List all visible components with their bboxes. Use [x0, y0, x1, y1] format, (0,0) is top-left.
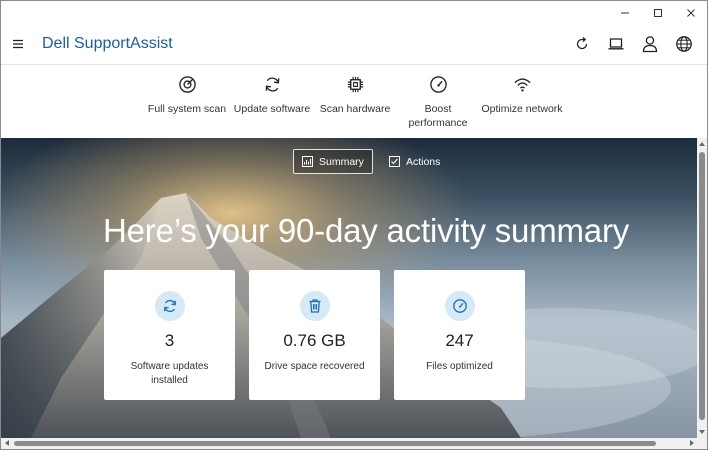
- vertical-scroll-thumb[interactable]: [699, 152, 705, 420]
- trash-icon: [299, 291, 330, 321]
- account-button[interactable]: [641, 34, 659, 54]
- close-icon: [686, 9, 695, 17]
- files-optimized-card: 247 Files optimized: [394, 270, 525, 400]
- vertical-scrollbar[interactable]: [697, 138, 707, 438]
- app-title: Dell SupportAssist: [42, 35, 173, 52]
- scan-icon: [177, 74, 197, 94]
- horizontal-scroll-thumb[interactable]: [14, 441, 656, 446]
- chip-icon: [345, 74, 365, 94]
- scroll-left-icon[interactable]: [4, 440, 10, 446]
- view-tabs: Summary Actions: [293, 149, 448, 174]
- activity-summary-hero: Summary Actions Here’s your 90-day activ…: [1, 138, 697, 438]
- hamburger-menu-button[interactable]: [11, 37, 25, 51]
- minimize-icon: [620, 12, 629, 14]
- refresh-icon: [576, 37, 588, 50]
- update-software-button[interactable]: Update software: [230, 66, 314, 138]
- user-icon: [642, 36, 658, 53]
- scroll-right-icon[interactable]: [689, 440, 695, 446]
- tab-actions[interactable]: Actions: [381, 149, 448, 174]
- summary-cards: 3 Software updates installed 0.76 GB Dri…: [104, 270, 525, 400]
- update-icon: [262, 74, 282, 94]
- summary-headline: Here’s your 90-day activity summary: [102, 212, 630, 249]
- language-button[interactable]: [675, 34, 693, 54]
- horizontal-scrollbar[interactable]: [1, 438, 707, 449]
- close-button[interactable]: [674, 1, 707, 25]
- maximize-button[interactable]: [641, 1, 674, 25]
- toolbar-label: Optimize network: [481, 103, 563, 115]
- drive-space-card: 0.76 GB Drive space recovered: [249, 270, 380, 400]
- full-system-scan-button[interactable]: Full system scan: [144, 66, 230, 138]
- checkbox-icon: [388, 156, 400, 167]
- toolbar-label: Boost performance: [408, 103, 468, 129]
- hamburger-icon: [13, 39, 23, 49]
- tab-summary-label: Summary: [319, 155, 364, 168]
- action-toolbar: Full system scan Update software Scan ha…: [1, 66, 707, 138]
- window-controls: [608, 1, 707, 25]
- files-optimized-label: Files optimized: [426, 361, 493, 372]
- gauge-icon: [428, 74, 448, 94]
- toolbar-label: Full system scan: [147, 103, 227, 115]
- tab-summary[interactable]: Summary: [293, 149, 373, 174]
- globe-icon: [676, 36, 692, 52]
- my-devices-button[interactable]: [607, 34, 625, 54]
- app-window: Dell SupportAssist Full system scan Upda…: [0, 0, 708, 450]
- drive-space-label: Drive space recovered: [264, 361, 365, 372]
- gauge-icon: [444, 291, 475, 321]
- scrollbar-corner: [697, 438, 707, 449]
- toolbar-label: Update software: [233, 103, 311, 115]
- tab-actions-label: Actions: [405, 155, 441, 168]
- wifi-icon: [512, 74, 532, 94]
- boost-performance-button[interactable]: Boost performance: [396, 66, 480, 138]
- app-header: Dell SupportAssist: [1, 25, 707, 65]
- scroll-up-icon[interactable]: [699, 141, 705, 147]
- software-updates-value: 3: [164, 331, 175, 350]
- drive-space-value: 0.76 GB: [283, 331, 346, 350]
- toolbar-label: Scan hardware: [319, 103, 391, 115]
- minimize-button[interactable]: [608, 1, 641, 25]
- software-updates-card: 3 Software updates installed: [104, 270, 235, 400]
- refresh-button[interactable]: [573, 34, 591, 54]
- scan-hardware-button[interactable]: Scan hardware: [314, 66, 396, 138]
- laptop-icon: [608, 38, 624, 50]
- summary-icon: [302, 156, 313, 167]
- update-icon: [154, 291, 185, 321]
- optimize-network-button[interactable]: Optimize network: [480, 66, 564, 138]
- maximize-icon: [653, 9, 662, 17]
- files-optimized-value: 247: [445, 331, 474, 350]
- software-updates-label: Software updates installed: [130, 361, 209, 386]
- header-actions: [573, 34, 693, 54]
- scroll-down-icon[interactable]: [699, 429, 705, 435]
